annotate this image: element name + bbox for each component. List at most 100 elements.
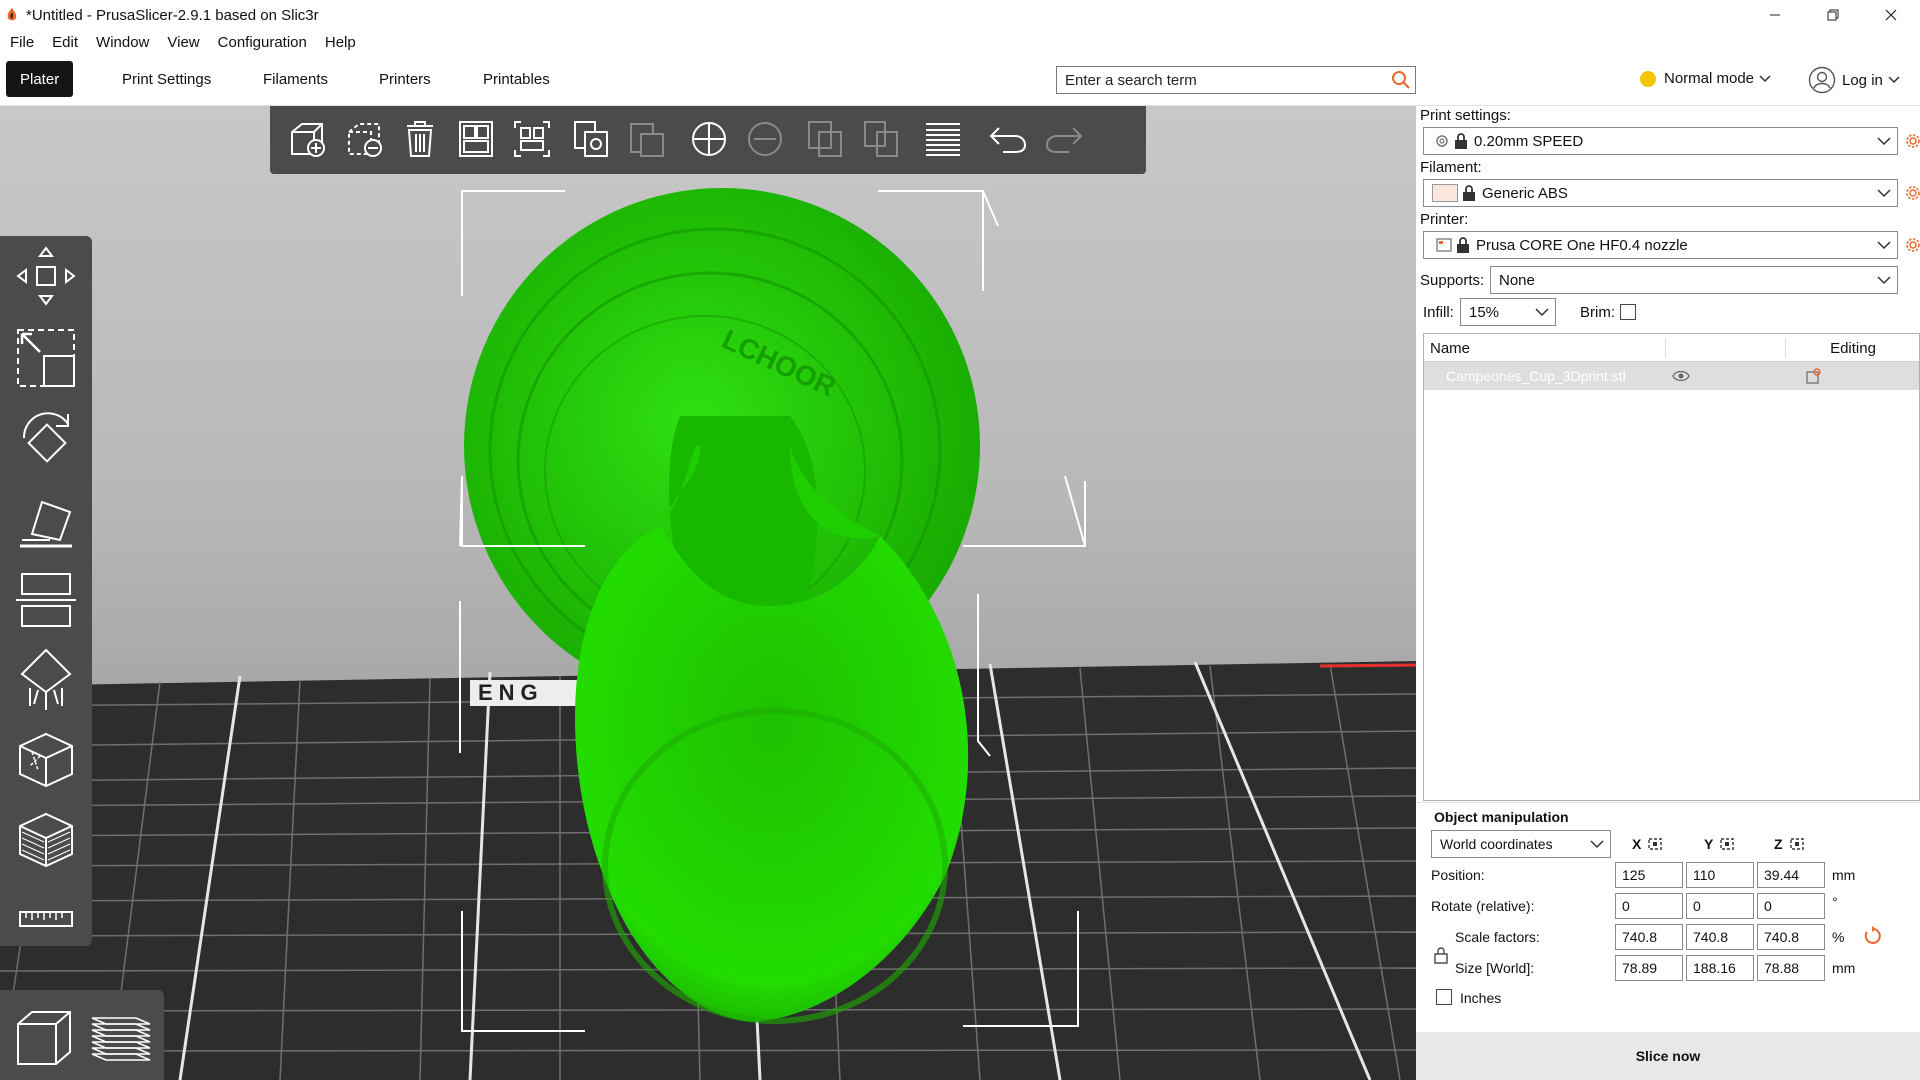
object-list[interactable]: Name Editing Campeones_Cup_3Dprint.stl bbox=[1423, 333, 1920, 801]
filament-combo[interactable]: Generic ABS bbox=[1423, 179, 1898, 207]
tab-filaments[interactable]: Filaments bbox=[249, 61, 342, 97]
close-button[interactable] bbox=[1862, 0, 1920, 30]
print-settings-combo[interactable]: 0.20mm SPEED bbox=[1423, 127, 1898, 155]
slice-now-button[interactable]: Slice now bbox=[1416, 1032, 1920, 1080]
menu-window[interactable]: Window bbox=[86, 34, 157, 51]
position-z-input[interactable]: 39.44 bbox=[1757, 862, 1825, 888]
edit-print-preset-gear-icon[interactable] bbox=[1904, 132, 1920, 150]
edit-filament-preset-gear-icon[interactable] bbox=[1904, 184, 1920, 202]
arrange-selection-button[interactable] bbox=[507, 114, 557, 164]
infill-combo[interactable]: 15% bbox=[1460, 298, 1556, 326]
print-settings-value: 0.20mm SPEED bbox=[1474, 132, 1584, 150]
measure-tool-button[interactable] bbox=[10, 884, 82, 956]
minimize-button[interactable] bbox=[1746, 0, 1804, 30]
tab-bar: Plater Print Settings Filaments Printers… bbox=[0, 54, 1920, 106]
size-unit: mm bbox=[1832, 960, 1856, 976]
menu-view[interactable]: View bbox=[157, 34, 207, 51]
column-editing-header[interactable]: Editing bbox=[1786, 340, 1920, 357]
3d-view-button[interactable] bbox=[6, 996, 80, 1074]
scale-z-input[interactable]: 740.8 bbox=[1757, 924, 1825, 950]
filament-label: Filament: bbox=[1420, 159, 1482, 176]
restore-icon bbox=[1827, 9, 1839, 21]
rotate-tool-button[interactable] bbox=[10, 402, 82, 474]
plus-circle-icon bbox=[692, 122, 726, 156]
size-y-input[interactable]: 188.16 bbox=[1686, 955, 1754, 981]
drop-to-bed-icon[interactable] bbox=[1789, 837, 1805, 851]
copy-button[interactable] bbox=[567, 114, 617, 164]
chevron-down-icon bbox=[1888, 76, 1900, 84]
supports-paint-button[interactable] bbox=[10, 644, 82, 716]
menu-configuration[interactable]: Configuration bbox=[208, 34, 315, 51]
rotate-label: Rotate (relative): bbox=[1431, 898, 1535, 914]
chevron-down-icon bbox=[1871, 240, 1897, 250]
position-label: Position: bbox=[1431, 867, 1485, 883]
rotate-x-input[interactable]: 0 bbox=[1615, 893, 1683, 919]
search-icon[interactable] bbox=[1387, 67, 1415, 93]
print-bed[interactable]: ENG LCHOOR bbox=[0, 106, 1416, 1080]
menu-edit[interactable]: Edit bbox=[42, 34, 86, 51]
eye-icon[interactable] bbox=[1672, 369, 1690, 383]
minimize-icon bbox=[1770, 14, 1780, 16]
supports-combo[interactable]: None bbox=[1490, 266, 1898, 294]
gizmo-toolbar bbox=[0, 236, 92, 946]
add-object-button[interactable] bbox=[282, 114, 332, 164]
rotate-z-input[interactable]: 0 bbox=[1757, 893, 1825, 919]
scale-tool-button[interactable] bbox=[10, 322, 82, 394]
tab-plater[interactable]: Plater bbox=[6, 61, 74, 97]
tab-printers[interactable]: Printers bbox=[365, 61, 445, 97]
paste-button[interactable] bbox=[623, 114, 673, 164]
rotate-y-input[interactable]: 0 bbox=[1686, 893, 1754, 919]
position-y-input[interactable]: 110 bbox=[1686, 862, 1754, 888]
undo-icon bbox=[989, 127, 1027, 153]
tab-printables[interactable]: Printables bbox=[469, 61, 564, 97]
window-title: *Untitled - PrusaSlicer-2.9.1 based on S… bbox=[26, 6, 319, 24]
drop-to-bed-icon[interactable] bbox=[1647, 837, 1663, 851]
variable-layer-button[interactable] bbox=[10, 804, 82, 876]
search-field[interactable]: Enter a search term bbox=[1056, 66, 1416, 94]
login-button[interactable]: Log in bbox=[1808, 66, 1905, 94]
split-objects-button[interactable] bbox=[801, 114, 851, 164]
coordinate-system-combo[interactable]: World coordinates bbox=[1431, 830, 1611, 858]
uniform-scale-lock-icon[interactable] bbox=[1434, 946, 1448, 964]
column-name-header[interactable]: Name bbox=[1430, 340, 1470, 357]
object-list-row[interactable]: Campeones_Cup_3Dprint.stl bbox=[1424, 362, 1919, 390]
undo-button[interactable] bbox=[983, 114, 1033, 164]
menu-file[interactable]: File bbox=[0, 34, 42, 51]
layers-editing-button[interactable] bbox=[918, 114, 968, 164]
inches-checkbox[interactable] bbox=[1436, 989, 1452, 1005]
printer-combo[interactable]: Prusa CORE One HF0.4 nozzle bbox=[1423, 231, 1898, 259]
brim-checkbox[interactable] bbox=[1620, 304, 1636, 320]
redo-button[interactable] bbox=[1039, 114, 1089, 164]
add-instance-button[interactable] bbox=[684, 114, 734, 164]
arrange-button[interactable] bbox=[451, 114, 501, 164]
filament-color-swatch[interactable] bbox=[1432, 184, 1458, 202]
edit-printer-preset-gear-icon[interactable] bbox=[1904, 236, 1920, 254]
3d-viewport[interactable]: ENG LCHOOR bbox=[0, 106, 1416, 1080]
delete-selected-button[interactable] bbox=[339, 114, 389, 164]
preview-button[interactable] bbox=[84, 996, 158, 1074]
infill-label: Infill: bbox=[1423, 304, 1454, 321]
prusaslicer-window: *Untitled - PrusaSlicer-2.9.1 based on S… bbox=[0, 0, 1920, 1080]
mode-selector[interactable]: Normal mode bbox=[1640, 70, 1776, 87]
size-x-input[interactable]: 78.89 bbox=[1615, 955, 1683, 981]
place-on-face-button[interactable] bbox=[10, 484, 82, 556]
seam-paint-button[interactable] bbox=[10, 724, 82, 796]
copy-icon bbox=[574, 121, 608, 157]
scale-x-input[interactable]: 740.8 bbox=[1615, 924, 1683, 950]
size-z-input[interactable]: 78.88 bbox=[1757, 955, 1825, 981]
cut-tool-button[interactable] bbox=[10, 564, 82, 636]
object-settings-icon[interactable] bbox=[1804, 367, 1822, 385]
search-input[interactable]: Enter a search term bbox=[1065, 72, 1387, 89]
remove-instance-button[interactable] bbox=[740, 114, 790, 164]
restore-button[interactable] bbox=[1804, 0, 1862, 30]
position-x-input[interactable]: 125 bbox=[1615, 862, 1683, 888]
reset-scale-icon[interactable] bbox=[1862, 926, 1882, 946]
divider bbox=[1416, 802, 1920, 803]
move-tool-button[interactable] bbox=[10, 240, 82, 312]
scale-y-input[interactable]: 740.8 bbox=[1686, 924, 1754, 950]
split-parts-button[interactable] bbox=[857, 114, 907, 164]
drop-to-bed-icon[interactable] bbox=[1719, 837, 1735, 851]
delete-all-button[interactable] bbox=[395, 114, 445, 164]
tab-print-settings[interactable]: Print Settings bbox=[108, 61, 225, 97]
menu-help[interactable]: Help bbox=[315, 34, 364, 51]
